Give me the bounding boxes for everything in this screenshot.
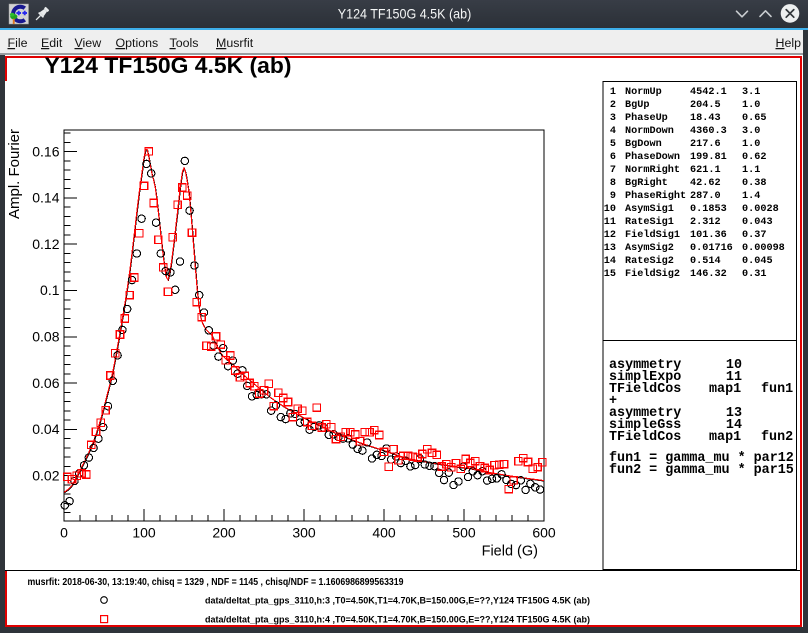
svg-text:map1: map1: [709, 430, 741, 445]
svg-text:File: File: [8, 36, 28, 50]
svg-text:200: 200: [212, 525, 236, 541]
svg-text:TFieldCos: TFieldCos: [609, 430, 681, 445]
svg-text:217.6: 217.6: [690, 139, 721, 150]
svg-text:42.62: 42.62: [690, 178, 721, 189]
svg-text:2: 2: [610, 100, 616, 111]
svg-text:0.01716: 0.01716: [690, 243, 733, 254]
svg-text:0.06: 0.06: [32, 375, 59, 391]
svg-text:Y124 TF150G 4.5K (ab): Y124 TF150G 4.5K (ab): [338, 6, 472, 22]
svg-text:0.14: 0.14: [32, 190, 59, 206]
svg-text:204.5: 204.5: [690, 100, 721, 111]
svg-text:621.1: 621.1: [690, 165, 721, 176]
svg-text:Edit: Edit: [41, 36, 63, 50]
svg-text:0.02: 0.02: [32, 467, 59, 483]
svg-text:12: 12: [604, 230, 616, 241]
svg-text:1.4: 1.4: [742, 191, 760, 202]
svg-text:11: 11: [604, 217, 616, 228]
svg-text:Options: Options: [116, 36, 159, 50]
svg-text:Musrfit: Musrfit: [216, 36, 254, 50]
svg-text:2.312: 2.312: [690, 217, 721, 228]
svg-text:14: 14: [604, 256, 616, 267]
svg-text:0.514: 0.514: [690, 256, 721, 267]
svg-text:1: 1: [610, 87, 616, 98]
svg-text:3: 3: [610, 113, 616, 124]
svg-text:287.0: 287.0: [690, 191, 721, 202]
svg-text:300: 300: [292, 525, 316, 541]
svg-text:0.12: 0.12: [32, 236, 59, 252]
svg-text:fun2 = gamma_mu * par15: fun2 = gamma_mu * par15: [609, 463, 794, 478]
svg-text:Field (G): Field (G): [482, 544, 538, 560]
svg-text:1.0: 1.0: [742, 100, 760, 111]
svg-text:RateSig2: RateSig2: [625, 255, 674, 267]
svg-text:Tools: Tools: [170, 36, 199, 50]
svg-text:0.1853: 0.1853: [690, 204, 727, 215]
svg-text:View: View: [75, 36, 102, 50]
svg-text:NormUp: NormUp: [625, 87, 662, 98]
svg-text:0.1: 0.1: [40, 282, 60, 298]
svg-text:fun1: fun1: [761, 382, 793, 397]
svg-text:AsymSig1: AsymSig1: [625, 203, 674, 215]
svg-text:6: 6: [610, 152, 616, 163]
svg-text:0.37: 0.37: [742, 230, 766, 241]
svg-text:146.32: 146.32: [690, 269, 727, 280]
svg-text:4: 4: [610, 126, 616, 137]
svg-text:4542.1: 4542.1: [690, 87, 727, 98]
svg-text:data/deltat_pta_gps_3110,h:4 ,: data/deltat_pta_gps_3110,h:4 ,T0=4.50K,T…: [205, 614, 590, 624]
svg-text:Y124 TF150G 4.5K (ab): Y124 TF150G 4.5K (ab): [45, 53, 292, 78]
svg-text:0.00098: 0.00098: [742, 243, 785, 254]
svg-text:PhaseDown: PhaseDown: [625, 151, 680, 163]
svg-text:0.0028: 0.0028: [742, 204, 779, 215]
svg-text:PhaseRight: PhaseRight: [625, 190, 686, 202]
svg-text:0.08: 0.08: [32, 329, 59, 345]
svg-text:NormDown: NormDown: [625, 126, 674, 137]
svg-text:0.62: 0.62: [742, 152, 766, 163]
svg-text:fun2: fun2: [761, 430, 793, 445]
svg-text:600: 600: [532, 525, 556, 541]
svg-text:0.38: 0.38: [742, 178, 766, 189]
svg-text:RateSig1: RateSig1: [625, 216, 674, 228]
svg-text:101.36: 101.36: [690, 230, 727, 241]
svg-text:data/deltat_pta_gps_3110,h:3 ,: data/deltat_pta_gps_3110,h:3 ,T0=4.50K,T…: [205, 596, 590, 606]
svg-text:1.1: 1.1: [742, 165, 760, 176]
svg-text:0.043: 0.043: [742, 217, 773, 228]
svg-text:18.43: 18.43: [690, 113, 721, 124]
svg-text:7: 7: [610, 165, 616, 176]
svg-text:FieldSig2: FieldSig2: [625, 268, 680, 280]
svg-text:BgRight: BgRight: [625, 177, 668, 189]
svg-text:PhaseUp: PhaseUp: [625, 112, 668, 124]
svg-text:FieldSig1: FieldSig1: [625, 229, 680, 241]
svg-text:100: 100: [132, 525, 156, 541]
svg-text:0.04: 0.04: [32, 421, 59, 437]
svg-text:5: 5: [610, 139, 616, 150]
svg-text:Help: Help: [776, 36, 802, 50]
svg-text:NormRight: NormRight: [625, 164, 680, 176]
svg-text:4360.3: 4360.3: [690, 126, 727, 137]
svg-text:8: 8: [610, 178, 616, 189]
svg-text:0: 0: [60, 525, 68, 541]
svg-text:map1: map1: [709, 382, 741, 397]
svg-text:0.16: 0.16: [32, 143, 59, 159]
svg-text:3.0: 3.0: [742, 126, 760, 137]
svg-text:1.0: 1.0: [742, 139, 760, 150]
svg-text:AsymSig2: AsymSig2: [625, 242, 674, 254]
svg-text:musrfit: 2018-06-30, 13:19:40,: musrfit: 2018-06-30, 13:19:40, chisq = 1…: [28, 577, 404, 588]
svg-text:10: 10: [604, 204, 616, 215]
svg-text:400: 400: [372, 525, 396, 541]
svg-text:199.81: 199.81: [690, 152, 727, 163]
svg-text:BgDown: BgDown: [625, 139, 662, 150]
svg-text:500: 500: [452, 525, 476, 541]
svg-text:0.31: 0.31: [742, 269, 766, 280]
svg-text:0.65: 0.65: [742, 113, 766, 124]
svg-text:TFieldCos: TFieldCos: [609, 382, 681, 397]
svg-text:0.045: 0.045: [742, 256, 773, 267]
svg-text:BgUp: BgUp: [625, 100, 649, 111]
svg-text:13: 13: [604, 243, 616, 254]
svg-text:9: 9: [610, 191, 616, 202]
svg-text:15: 15: [604, 269, 616, 280]
svg-text:Ampl. Fourier: Ampl. Fourier: [6, 129, 23, 219]
svg-text:3.1: 3.1: [742, 87, 760, 98]
